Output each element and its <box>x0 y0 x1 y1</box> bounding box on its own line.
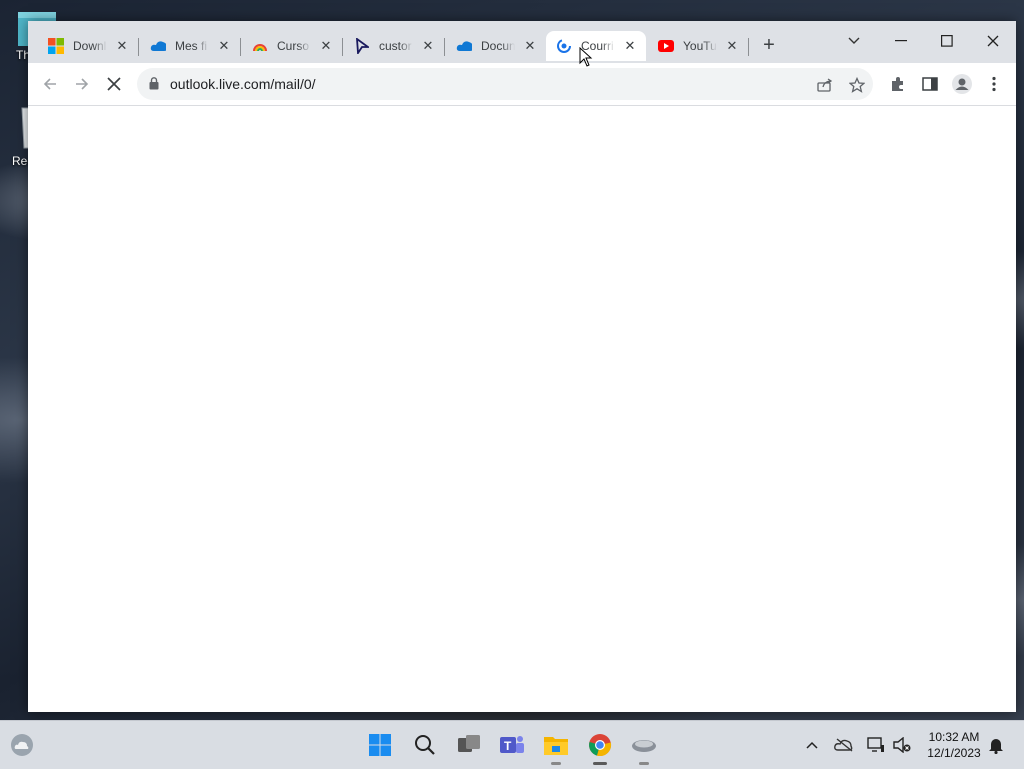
tab-separator <box>138 38 139 56</box>
active-indicator <box>593 762 607 765</box>
puzzle-icon <box>892 77 903 91</box>
maximize-icon <box>941 35 953 47</box>
close-icon[interactable]: ✕ <box>421 39 435 53</box>
svg-text:T: T <box>504 739 512 753</box>
tab-onedrive-files[interactable]: Mes fi ✕ <box>140 31 241 61</box>
address-bar[interactable]: outlook.live.com/mail/0/ <box>137 68 873 100</box>
notifications-button[interactable] <box>986 735 1006 755</box>
microsoft-logo-icon <box>48 38 64 54</box>
search-button[interactable] <box>409 729 441 761</box>
volume-muted-icon <box>893 737 911 753</box>
close-icon[interactable]: ✕ <box>115 39 129 53</box>
url-text[interactable]: outlook.live.com/mail/0/ <box>170 76 316 92</box>
chevron-down-icon <box>848 37 860 44</box>
new-tab-button[interactable]: + <box>758 35 780 57</box>
search-icon <box>415 735 435 755</box>
start-button[interactable] <box>364 729 396 761</box>
tab-separator <box>748 38 749 56</box>
tab-custom-cursor[interactable]: custor ✕ <box>344 31 445 61</box>
rainbow-icon <box>252 38 268 54</box>
clock[interactable]: 10:32 AM 12/1/2023 <box>920 729 988 761</box>
chrome-icon <box>589 734 612 757</box>
tab-onedrive-documents[interactable]: Docun ✕ <box>446 31 546 61</box>
back-button[interactable] <box>38 72 62 96</box>
bell-icon <box>989 739 1003 754</box>
tab-title: Docun <box>481 39 515 53</box>
close-icon <box>107 77 121 91</box>
avatar-icon <box>952 74 972 94</box>
file-explorer-icon <box>544 737 568 755</box>
tab-downloads[interactable]: Downl ✕ <box>38 31 139 61</box>
side-panel-icon <box>922 77 938 91</box>
cursor-arrow-icon <box>354 38 370 54</box>
chrome-button[interactable] <box>584 729 616 765</box>
tab-search-button[interactable] <box>831 27 877 55</box>
browser-window: Downl ✕ Mes fi ✕ Curso ✕ custor ✕ Docun … <box>28 21 1016 712</box>
close-window-button[interactable] <box>970 27 1016 55</box>
maximize-button[interactable] <box>924 27 970 55</box>
file-explorer-button[interactable] <box>540 729 572 765</box>
lock-icon[interactable] <box>149 77 159 95</box>
teams-icon: T <box>500 736 524 753</box>
tab-title: custor <box>379 39 412 53</box>
start-icon <box>369 734 391 756</box>
clock-time: 10:32 AM <box>928 730 980 744</box>
tab-title: Downl <box>73 39 107 53</box>
close-icon <box>987 35 999 47</box>
arrow-right-icon <box>76 78 89 90</box>
close-icon[interactable]: ✕ <box>523 39 537 53</box>
mouse-app-icon <box>632 740 656 752</box>
outlook-loading-icon <box>556 38 572 54</box>
task-view-button[interactable] <box>453 729 485 761</box>
onedrive-offline-icon <box>834 738 853 752</box>
show-hidden-icons-button[interactable] <box>802 735 822 755</box>
running-indicator <box>551 762 561 765</box>
tab-strip: Downl ✕ Mes fi ✕ Curso ✕ custor ✕ Docun … <box>28 21 1016 63</box>
forward-button[interactable] <box>70 72 94 96</box>
arrow-left-icon <box>43 78 56 90</box>
tab-separator <box>444 38 445 56</box>
tab-title: Curso <box>277 39 310 53</box>
running-indicator <box>639 762 649 765</box>
onedrive-icon <box>150 38 166 54</box>
side-panel-button[interactable] <box>920 74 940 94</box>
close-icon[interactable]: ✕ <box>623 39 637 53</box>
youtube-icon <box>658 38 674 54</box>
profile-button[interactable] <box>952 74 972 94</box>
close-icon[interactable]: ✕ <box>217 39 231 53</box>
tab-separator <box>240 38 241 56</box>
page-content[interactable] <box>28 106 1016 712</box>
stop-loading-button[interactable] <box>102 72 126 96</box>
menu-button[interactable] <box>984 74 1004 94</box>
share-icon[interactable] <box>816 76 834 94</box>
network-icon <box>867 737 884 752</box>
browser-toolbar: outlook.live.com/mail/0/ <box>28 63 1016 106</box>
tab-title: Mes fi <box>175 39 208 53</box>
minimize-icon <box>895 40 907 42</box>
tab-outlook-mail[interactable]: Courri ✕ <box>546 31 646 61</box>
tab-separator <box>342 38 343 56</box>
weather-cloud-icon <box>11 734 33 756</box>
tab-youtube[interactable]: YouTu ✕ <box>648 31 749 61</box>
mouse-app-button[interactable] <box>628 729 660 765</box>
task-view-icon <box>458 735 480 752</box>
minimize-button[interactable] <box>878 27 924 55</box>
network-tray-icon[interactable] <box>866 735 886 755</box>
teams-button[interactable]: T <box>496 729 528 761</box>
tab-title: YouTu <box>683 39 717 53</box>
close-icon[interactable]: ✕ <box>319 39 333 53</box>
bookmark-star-icon[interactable] <box>848 76 866 94</box>
widgets-button[interactable] <box>6 729 38 761</box>
tab-cursor-1[interactable]: Curso ✕ <box>242 31 343 61</box>
chevron-up-icon <box>806 741 818 749</box>
clock-date: 12/1/2023 <box>927 746 981 760</box>
kebab-menu-icon <box>992 76 996 92</box>
onedrive-tray-icon[interactable] <box>834 735 854 755</box>
onedrive-icon <box>456 38 472 54</box>
close-icon[interactable]: ✕ <box>725 39 739 53</box>
extensions-button[interactable] <box>888 74 908 94</box>
mouse-cursor-icon <box>579 46 593 72</box>
taskbar: T 10:32 AM 12/1/2023 <box>0 720 1024 769</box>
volume-tray-icon[interactable] <box>892 735 912 755</box>
